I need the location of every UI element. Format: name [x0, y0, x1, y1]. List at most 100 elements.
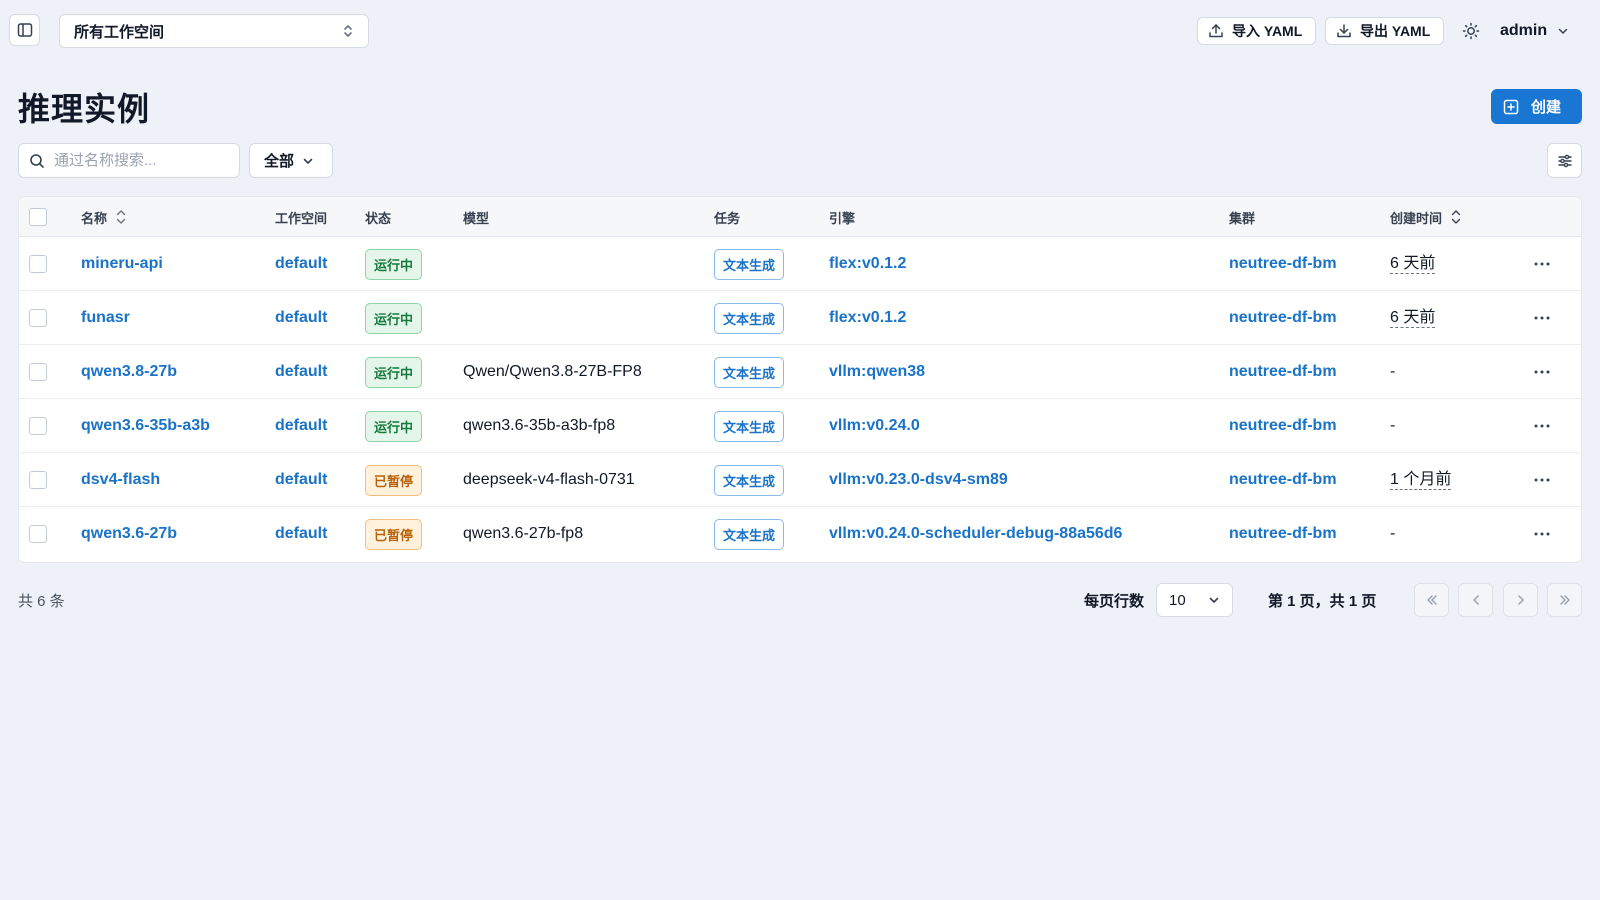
- workspace-link[interactable]: default: [275, 309, 327, 327]
- plus-square-icon: [1503, 99, 1519, 115]
- row-actions-button[interactable]: [1533, 453, 1551, 507]
- chevron-up-down-icon: [342, 23, 354, 39]
- task-cell: 文本生成: [714, 399, 785, 453]
- column-created-header[interactable]: 创建时间: [1390, 197, 1462, 237]
- engine-link[interactable]: vllm:v0.23.0-dsv4-sm89: [829, 471, 1008, 489]
- status-cell: 已暂停: [365, 453, 423, 507]
- cluster-cell: neutree-df-bm: [1229, 345, 1337, 399]
- instance-name-link[interactable]: mineru-api: [81, 255, 163, 273]
- chevron-left-icon: [1469, 593, 1483, 607]
- column-name-label: 名称: [81, 210, 108, 226]
- created-cell: -: [1390, 345, 1395, 399]
- status-badge: 运行中: [365, 248, 423, 280]
- workspace-link[interactable]: default: [275, 417, 327, 435]
- cluster-link[interactable]: neutree-df-bm: [1229, 363, 1337, 381]
- search-input[interactable]: [54, 152, 224, 169]
- cluster-cell: neutree-df-bm: [1229, 237, 1337, 291]
- status-badge: 运行中: [365, 410, 423, 442]
- column-name-header[interactable]: 名称: [81, 197, 127, 237]
- instance-name-link[interactable]: dsv4-flash: [81, 471, 160, 489]
- more-horizontal-icon: [1533, 261, 1551, 267]
- engine-cell: flex:v0.1.2: [829, 291, 906, 345]
- rows-per-page-select[interactable]: 10: [1156, 583, 1233, 617]
- instance-name-link[interactable]: funasr: [81, 309, 130, 327]
- cluster-cell: neutree-df-bm: [1229, 453, 1337, 507]
- workspace-link[interactable]: default: [275, 471, 327, 489]
- cluster-link[interactable]: neutree-df-bm: [1229, 255, 1337, 273]
- row-checkbox[interactable]: [29, 417, 47, 435]
- workspace-cell: default: [275, 399, 327, 453]
- instance-name-link[interactable]: qwen3.6-27b: [81, 525, 177, 543]
- next-page-button[interactable]: [1503, 583, 1538, 617]
- previous-page-button[interactable]: [1458, 583, 1493, 617]
- instance-name-link[interactable]: qwen3.8-27b: [81, 363, 177, 381]
- created-time: -: [1390, 363, 1396, 380]
- engine-cell: vllm:qwen38: [829, 345, 925, 399]
- workspace-select[interactable]: 所有工作空间: [59, 14, 369, 48]
- sort-icon[interactable]: [115, 208, 127, 226]
- row-checkbox[interactable]: [29, 363, 47, 381]
- sidebar-toggle-button[interactable]: [9, 14, 40, 46]
- created-cell: -: [1390, 507, 1395, 561]
- chevron-down-icon: [1557, 25, 1569, 37]
- sliders-icon: [1557, 153, 1573, 169]
- task-cell: 文本生成: [714, 453, 785, 507]
- engine-link[interactable]: vllm:v0.24.0-scheduler-debug-88a56d6: [829, 525, 1122, 543]
- row-actions-button[interactable]: [1533, 399, 1551, 453]
- sort-icon[interactable]: [1450, 208, 1462, 226]
- theme-toggle-button[interactable]: [1458, 18, 1484, 44]
- model-name: qwen3.6-35b-a3b-fp8: [463, 417, 616, 434]
- workspace-link[interactable]: default: [275, 363, 327, 381]
- table-row: mineru-api default 运行中 文本生成 flex:v0.1.2 neutr…: [19, 237, 1581, 291]
- create-button[interactable]: 创建: [1491, 89, 1582, 124]
- created-time: -: [1390, 525, 1396, 542]
- cluster-link[interactable]: neutree-df-bm: [1229, 417, 1337, 435]
- task-badge: 文本生成: [714, 464, 785, 496]
- model-name: qwen3.6-27b-fp8: [463, 525, 584, 542]
- chevrons-left-icon: [1425, 593, 1439, 607]
- workspace-link[interactable]: default: [275, 255, 327, 273]
- status-cell: 运行中: [365, 399, 423, 453]
- task-badge: 文本生成: [714, 518, 785, 550]
- import-yaml-label: 导入 YAML: [1232, 23, 1303, 39]
- search-box[interactable]: [18, 143, 240, 178]
- task-cell: 文本生成: [714, 507, 785, 561]
- row-actions-button[interactable]: [1533, 507, 1551, 561]
- name-cell: funasr: [81, 291, 130, 345]
- instance-name-link[interactable]: qwen3.6-35b-a3b: [81, 417, 210, 435]
- import-yaml-button[interactable]: 导入 YAML: [1197, 17, 1316, 45]
- table-header: 名称 工作空间 状态 模型 任务 引擎 集群 创建时间: [19, 197, 1581, 237]
- engine-link[interactable]: flex:v0.1.2: [829, 255, 906, 273]
- row-checkbox[interactable]: [29, 255, 47, 273]
- engine-link[interactable]: vllm:v0.24.0: [829, 417, 920, 435]
- engine-link[interactable]: vllm:qwen38: [829, 363, 925, 381]
- row-checkbox[interactable]: [29, 309, 47, 327]
- status-cell: 运行中: [365, 345, 423, 399]
- workspace-cell: default: [275, 291, 327, 345]
- model-cell: deepseek-v4-flash-0731: [463, 453, 635, 507]
- row-checkbox[interactable]: [29, 525, 47, 543]
- row-actions-button[interactable]: [1533, 345, 1551, 399]
- workspace-cell: default: [275, 507, 327, 561]
- status-filter-dropdown[interactable]: 全部: [249, 143, 333, 178]
- cluster-link[interactable]: neutree-df-bm: [1229, 309, 1337, 327]
- cluster-link[interactable]: neutree-df-bm: [1229, 471, 1337, 489]
- user-menu[interactable]: admin: [1500, 18, 1569, 44]
- chevrons-right-icon: [1558, 593, 1572, 607]
- export-yaml-button[interactable]: 导出 YAML: [1325, 17, 1444, 45]
- row-actions-button[interactable]: [1533, 291, 1551, 345]
- upload-icon: [1208, 23, 1224, 39]
- row-checkbox[interactable]: [29, 471, 47, 489]
- workspace-link[interactable]: default: [275, 525, 327, 543]
- created-cell: 6 天前: [1390, 291, 1436, 345]
- last-page-button[interactable]: [1547, 583, 1582, 617]
- select-all-cell: [29, 197, 47, 237]
- first-page-button[interactable]: [1414, 583, 1449, 617]
- engine-link[interactable]: flex:v0.1.2: [829, 309, 906, 327]
- cluster-link[interactable]: neutree-df-bm: [1229, 525, 1337, 543]
- row-actions-button[interactable]: [1533, 237, 1551, 291]
- select-all-checkbox[interactable]: [29, 208, 47, 226]
- model-cell: Qwen/Qwen3.8-27B-FP8: [463, 345, 642, 399]
- status-badge: 运行中: [365, 356, 423, 388]
- column-settings-button[interactable]: [1547, 143, 1582, 178]
